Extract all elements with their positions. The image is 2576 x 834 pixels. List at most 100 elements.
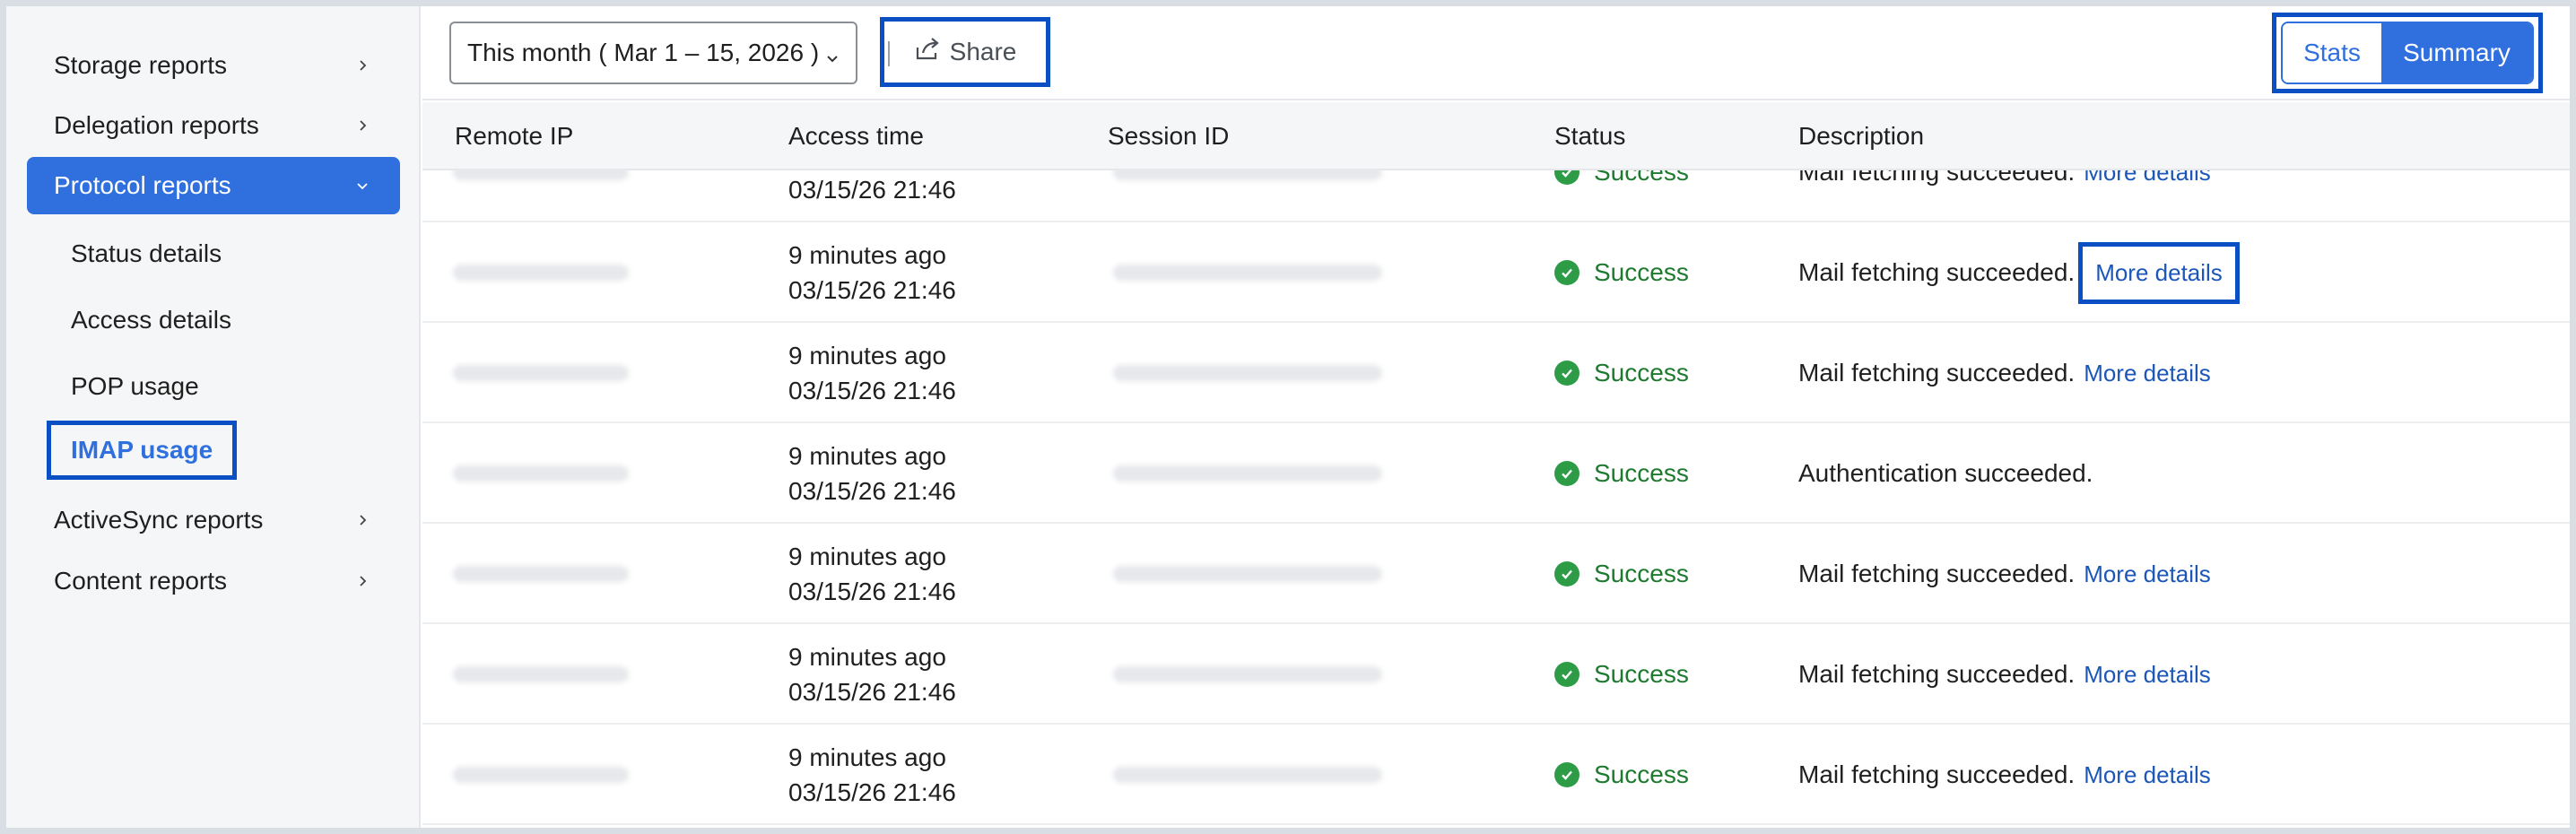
access-time-timestamp: 03/15/26 21:46 (788, 578, 956, 605)
summary-toggle-button[interactable]: Summary (2381, 23, 2532, 83)
access-time-relative: 9 minutes ago (788, 442, 946, 470)
column-header-description[interactable]: Description (1798, 102, 1924, 170)
status-cell: Success (1554, 624, 1770, 725)
check-circle-icon (1554, 561, 1580, 586)
session-id-cell (1113, 524, 1400, 624)
share-button[interactable]: Share (880, 17, 1050, 87)
more-details-link[interactable]: More details (2078, 241, 2240, 304)
status-label: Success (1594, 660, 1689, 688)
sidebar-item-label: ActiveSync reports (54, 506, 264, 534)
sidebar-subitem-access-details[interactable]: Access details (71, 295, 231, 345)
redacted-remote-ip (453, 566, 629, 582)
more-details-link[interactable]: More details (2084, 356, 2220, 391)
sidebar: Storage reports Delegation reports Proto… (6, 6, 421, 828)
date-range-select[interactable]: This month ( Mar 1 – 15, 2026 ) (449, 22, 857, 84)
sidebar-item-protocol-reports[interactable]: Protocol reports (27, 157, 400, 214)
sidebar-subitem-label: Access details (71, 306, 231, 334)
session-id-cell (1113, 624, 1400, 725)
toolbar-divider (888, 41, 890, 66)
status-label: Success (1594, 459, 1689, 487)
access-time-relative: 9 minutes ago (788, 543, 946, 570)
remote-ip-cell (453, 423, 632, 524)
sidebar-subitem-status-details[interactable]: Status details (71, 229, 222, 279)
sidebar-item-delegation-reports[interactable]: Delegation reports (27, 97, 400, 154)
access-time-cell: 9 minutes ago 03/15/26 21:46 (788, 624, 1057, 725)
view-toggle-highlight: Stats Summary (2272, 13, 2543, 93)
access-time-timestamp: 03/15/26 21:46 (788, 678, 956, 706)
redacted-session-id (1113, 767, 1382, 783)
share-label: Share (949, 38, 1017, 65)
access-time-relative: 9 minutes ago (788, 643, 946, 671)
access-time-timestamp: 03/15/26 21:46 (788, 778, 956, 806)
column-header-access-time[interactable]: Access time (788, 102, 924, 170)
app-frame: Storage reports Delegation reports Proto… (0, 0, 2576, 834)
status-cell: Success (1554, 222, 1770, 323)
remote-ip-cell (453, 170, 632, 222)
status-cell: Success (1554, 524, 1770, 624)
session-id-cell (1113, 323, 1400, 423)
table-row[interactable]: 9 minutes ago 03/15/26 21:46 Success Mai… (422, 624, 2570, 725)
sidebar-subitem-pop-usage[interactable]: POP usage (71, 361, 199, 412)
toolbar: This month ( Mar 1 – 15, 2026 ) Share St… (422, 6, 2570, 100)
status-cell: Success (1554, 170, 1770, 222)
status-cell: Success (1554, 423, 1770, 524)
description-cell: Mail fetching succeeded. More details (1798, 222, 2534, 323)
redacted-session-id (1113, 566, 1382, 582)
table-row[interactable]: 9 minutes ago 03/15/26 21:46 Success Mai… (422, 222, 2570, 323)
column-header-remote-ip[interactable]: Remote IP (455, 102, 573, 170)
column-header-status[interactable]: Status (1554, 102, 1625, 170)
redacted-remote-ip (453, 666, 629, 682)
remote-ip-cell (453, 323, 632, 423)
sidebar-item-label: Storage reports (54, 51, 227, 79)
sidebar-item-activesync-reports[interactable]: ActiveSync reports (27, 491, 400, 549)
sidebar-subitem-imap-usage[interactable]: IMAP usage (47, 421, 238, 480)
more-details-link[interactable]: More details (2084, 758, 2220, 793)
status-label: Success (1594, 760, 1689, 788)
remote-ip-cell (453, 725, 632, 825)
chevron-down-icon (823, 45, 841, 63)
table-row[interactable]: 9 minutes ago 03/15/26 21:46 Success Aut… (422, 423, 2570, 524)
date-range-value: This month ( Mar 1 – 15, 2026 ) (467, 39, 820, 66)
description-text: Mail fetching succeeded. (1798, 760, 2076, 788)
table-row[interactable]: 9 minutes ago 03/15/26 21:46 Success Mai… (422, 524, 2570, 624)
description-cell: Mail fetching succeeded. More details (1798, 323, 2534, 423)
share-icon (914, 37, 941, 68)
table-header: Remote IP Access time Session ID Status … (422, 102, 2570, 170)
more-details-link[interactable]: More details (2084, 557, 2220, 592)
access-time-cell: 9 minutes ago 03/15/26 21:46 (788, 725, 1057, 825)
chevron-right-icon (352, 509, 373, 531)
description-cell: Mail fetching succeeded. More details (1798, 725, 2534, 825)
access-time-cell: 9 minutes ago 03/15/26 21:46 (788, 222, 1057, 323)
status-cell: Success (1554, 323, 1770, 423)
description-text: Mail fetching succeeded. (1798, 258, 2076, 286)
sidebar-item-label: Protocol reports (54, 171, 231, 199)
status-cell: Success (1554, 725, 1770, 825)
sidebar-item-content-reports[interactable]: Content reports (27, 552, 400, 610)
column-header-session-id[interactable]: Session ID (1108, 102, 1229, 170)
description-text: Mail fetching succeeded. (1798, 359, 2076, 387)
more-details-link[interactable]: More details (2084, 657, 2220, 692)
access-time-relative: 9 minutes ago (788, 342, 946, 369)
redacted-session-id (1113, 666, 1382, 682)
stats-toggle-button[interactable]: Stats (2283, 23, 2381, 83)
description-cell: Mail fetching succeeded. More details (1798, 170, 2534, 222)
status-label: Success (1594, 170, 1689, 186)
table-body: 9 minutes ago 03/15/26 21:46 Success Mai… (422, 170, 2570, 828)
table-row[interactable]: 9 minutes ago 03/15/26 21:46 Success Mai… (422, 170, 2570, 222)
session-id-cell (1113, 725, 1400, 825)
chevron-down-icon (352, 175, 373, 196)
description-text: Authentication succeeded. (1798, 459, 2093, 487)
table-row[interactable]: 9 minutes ago 03/15/26 21:46 Success Mai… (422, 323, 2570, 423)
description-text: Mail fetching succeeded. (1798, 660, 2076, 688)
redacted-session-id (1113, 465, 1382, 482)
sidebar-item-storage-reports[interactable]: Storage reports (27, 37, 400, 94)
redacted-remote-ip (453, 365, 629, 381)
sidebar-subitem-label: POP usage (71, 372, 199, 400)
sidebar-item-label: Content reports (54, 567, 227, 595)
table-row[interactable]: 9 minutes ago 03/15/26 21:46 Success Mai… (422, 725, 2570, 825)
more-details-link[interactable]: More details (2084, 170, 2220, 190)
status-label: Success (1594, 258, 1689, 286)
main-content: This month ( Mar 1 – 15, 2026 ) Share St… (422, 6, 2570, 828)
description-cell: Mail fetching succeeded. More details (1798, 624, 2534, 725)
redacted-session-id (1113, 365, 1382, 381)
